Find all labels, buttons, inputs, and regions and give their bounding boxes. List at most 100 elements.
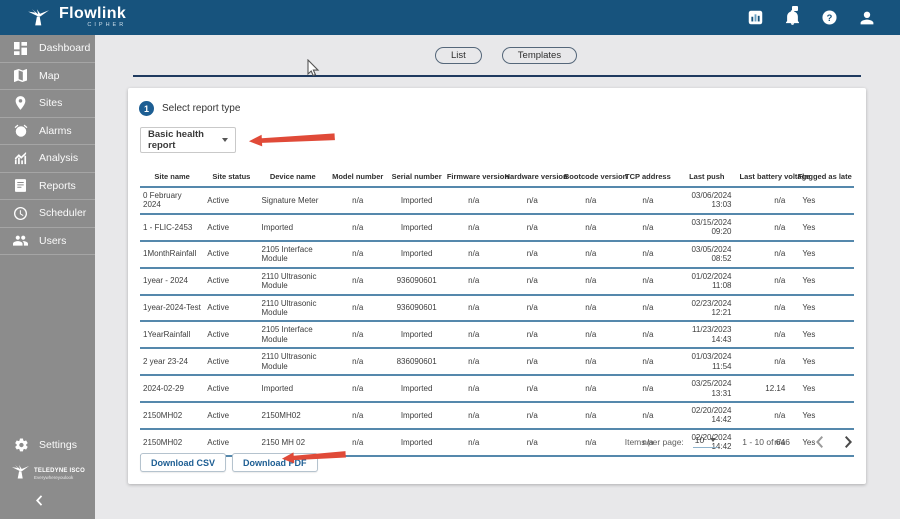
table-cell: 2150 MH 02	[258, 428, 328, 457]
table-cell: 01/03/2024 11:54	[676, 348, 738, 377]
table-cell: n/a	[327, 402, 389, 430]
column-header: Site name	[140, 166, 205, 188]
table-cell: 1year-2024-Test	[140, 294, 205, 323]
reports-panel-icon[interactable]	[748, 10, 763, 25]
table-cell: 01/02/2024 11:08	[676, 267, 738, 296]
table-cell: n/a	[737, 213, 796, 242]
step-label: Select report type	[162, 103, 241, 114]
items-per-page-select[interactable]: 10	[692, 435, 719, 448]
sidebar-collapse-button[interactable]	[0, 494, 43, 509]
column-header: Bootcode version	[561, 166, 627, 188]
table-cell: n/a	[444, 240, 503, 269]
notifications-bell-icon[interactable]	[786, 6, 799, 25]
table-cell: n/a	[327, 348, 389, 377]
sidebar-item-label: Sites	[39, 97, 63, 110]
table-cell: Imported	[258, 213, 328, 242]
account-icon[interactable]	[860, 11, 874, 25]
table-cell: Active	[204, 187, 259, 215]
sites-pin-icon	[13, 96, 28, 111]
table-cell: n/a	[619, 402, 677, 430]
download-pdf-button[interactable]: Download PDF	[232, 453, 318, 472]
next-page-button[interactable]	[844, 435, 852, 448]
sidebar-item-users[interactable]: Users	[0, 228, 95, 255]
section-divider	[133, 75, 861, 77]
table-row: 1year - 2024 Active 2110 Ultrasonic Module…	[140, 267, 854, 296]
download-csv-button[interactable]: Download CSV	[140, 453, 227, 472]
templates-view-button[interactable]: Templates	[501, 47, 578, 64]
table-cell: n/a	[737, 267, 796, 296]
column-header: Last battery voltage	[737, 166, 810, 188]
app-window: Flowlink CIPHER ? Dashboard Map Sites Alarm…	[0, 0, 900, 519]
table-row: 2 year 23-24 Active 2110 Ultrasonic Module…	[140, 348, 854, 377]
table-cell: Active	[204, 213, 259, 242]
table-cell: 1YearRainfall	[140, 321, 205, 350]
report-table: Site name Site status Device name Model num…	[140, 166, 854, 457]
sidebar-item-reports[interactable]: Reports	[0, 173, 95, 200]
table-cell: Imported	[388, 428, 445, 457]
brand-name: Flowlink	[59, 5, 127, 23]
table-cell: n/a	[737, 240, 796, 269]
column-header: Last push	[676, 166, 738, 188]
report-card: 1 Select report type Basic health report…	[128, 88, 866, 484]
table-cell: n/a	[444, 428, 503, 457]
dashboard-icon	[13, 41, 28, 55]
sidebar-bottom: Settings TELEDYNE ISCO Everywhereyoulook	[0, 433, 95, 519]
table-cell: Yes	[795, 402, 854, 430]
table-cell: Active	[204, 321, 259, 350]
table-row: 1YearRainfall Active 2105 Interface Module…	[140, 321, 854, 350]
sidebar-item-analysis[interactable]: Analysis	[0, 145, 95, 173]
table-cell: 03/15/2024 09:20	[676, 213, 738, 242]
table-cell: n/a	[561, 294, 620, 323]
table-cell: 2110 Ultrasonic Module	[258, 267, 328, 296]
table-cell: n/a	[502, 375, 562, 403]
chevron-down-icon	[222, 138, 228, 142]
sidebar-item-label: Map	[39, 69, 60, 82]
chevron-down-icon	[710, 438, 717, 442]
column-header: Model number	[327, 166, 389, 188]
report-type-value: Basic health report	[148, 129, 204, 151]
table-cell: 11/23/2023 14:43	[676, 321, 738, 350]
scheduler-clock-icon	[13, 206, 28, 220]
chevron-left-icon	[36, 494, 43, 509]
table-cell: n/a	[327, 240, 389, 269]
table-cell: n/a	[561, 267, 620, 296]
table-cell: 2105 Interface Module	[258, 240, 328, 269]
items-per-page-value: 10	[694, 435, 705, 445]
table-cell: n/a	[737, 321, 796, 350]
sidebar-item-dashboard[interactable]: Dashboard	[0, 35, 95, 63]
table-cell: Active	[204, 402, 259, 430]
sidebar-item-label: Users	[39, 234, 67, 247]
table-cell: n/a	[444, 321, 503, 350]
table-cell: n/a	[327, 213, 389, 242]
sidebar-item-sites[interactable]: Sites	[0, 90, 95, 118]
sidebar-item-map[interactable]: Map	[0, 63, 95, 90]
table-cell: n/a	[502, 294, 562, 323]
sidebar-item-alarms[interactable]: Alarms	[0, 118, 95, 145]
report-type-select[interactable]: Basic health report	[140, 127, 236, 153]
help-icon[interactable]: ?	[822, 10, 837, 25]
list-view-button[interactable]: List	[435, 47, 482, 64]
table-cell: 2105 Interface Module	[258, 321, 328, 350]
table-cell: n/a	[502, 240, 562, 269]
table-cell: 936090601	[388, 294, 445, 323]
table-cell: n/a	[327, 187, 389, 215]
brand-logo[interactable]: Flowlink CIPHER	[26, 6, 126, 29]
previous-page-button[interactable]	[816, 435, 824, 448]
table-cell: n/a	[444, 348, 503, 377]
table-cell: 2110 Ultrasonic Module	[258, 294, 328, 323]
sidebar-item-settings[interactable]: Settings	[0, 433, 95, 457]
download-actions: Download CSV Download PDF	[140, 453, 318, 472]
table-cell: n/a	[502, 213, 562, 242]
table-cell: n/a	[502, 348, 562, 377]
table-cell: n/a	[561, 240, 620, 269]
mouse-cursor	[307, 58, 320, 83]
table-cell: Imported	[258, 375, 328, 403]
column-header: Hardware version	[502, 166, 568, 188]
table-cell: n/a	[737, 348, 796, 377]
sidebar-item-scheduler[interactable]: Scheduler	[0, 200, 95, 228]
table-cell: 2150MH02	[140, 402, 205, 430]
table-header-row: Site name Site status Device name Model num…	[140, 166, 854, 188]
table-cell: 1 - FLIC-2453	[140, 213, 205, 242]
table-cell: Active	[204, 267, 259, 296]
table-cell: Yes	[795, 348, 854, 377]
